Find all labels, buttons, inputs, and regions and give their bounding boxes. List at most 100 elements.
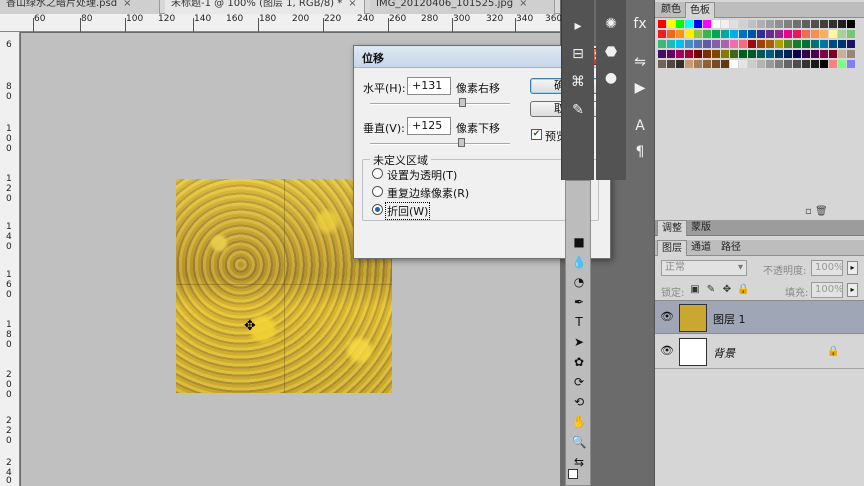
- 3d-rotate-tool-icon[interactable]: ⟳: [568, 373, 590, 391]
- color-swatch[interactable]: [775, 50, 783, 58]
- color-swatch[interactable]: [712, 60, 720, 68]
- doc-tab-1[interactable]: 香山绿水之暗片处理.psd ×: [0, 0, 160, 14]
- color-swatch[interactable]: [820, 30, 828, 38]
- color-swatch[interactable]: [838, 50, 846, 58]
- color-swatch[interactable]: [757, 20, 765, 28]
- radio-transparent-label[interactable]: 设置为透明(T): [387, 167, 457, 183]
- color-swatch[interactable]: [811, 30, 819, 38]
- color-swatch[interactable]: [847, 50, 855, 58]
- close-icon[interactable]: ×: [123, 0, 131, 9]
- clone-source-icon[interactable]: ⇋: [629, 52, 651, 72]
- new-swatch-icon[interactable]: ▫: [805, 206, 812, 217]
- color-swatch[interactable]: [694, 40, 702, 48]
- color-swatch[interactable]: [685, 60, 693, 68]
- color-swatch[interactable]: [811, 20, 819, 28]
- color-swatch[interactable]: [829, 60, 837, 68]
- color-swatch[interactable]: [730, 50, 738, 58]
- tab-layers[interactable]: 图层: [657, 240, 687, 256]
- color-swatch[interactable]: [847, 30, 855, 38]
- color-swatch[interactable]: [721, 20, 729, 28]
- color-swatch[interactable]: [739, 50, 747, 58]
- horizontal-slider-track[interactable]: [370, 103, 510, 105]
- color-swatch[interactable]: [784, 20, 792, 28]
- color-swatch[interactable]: [685, 40, 693, 48]
- color-swatch[interactable]: [793, 50, 801, 58]
- navigator-icon[interactable]: ✺: [600, 14, 622, 34]
- color-swatch[interactable]: [757, 30, 765, 38]
- actions-icon[interactable]: fx: [629, 14, 651, 34]
- color-swatch[interactable]: [802, 60, 810, 68]
- horizontal-slider-thumb[interactable]: [459, 98, 466, 107]
- color-swatch[interactable]: [721, 40, 729, 48]
- color-swatch[interactable]: [739, 60, 747, 68]
- color-swatch[interactable]: [694, 50, 702, 58]
- radio-wrap-around-label[interactable]: 折回(W): [385, 202, 431, 220]
- color-swatch[interactable]: [784, 30, 792, 38]
- color-swatch[interactable]: [667, 60, 675, 68]
- color-swatch[interactable]: [820, 60, 828, 68]
- color-swatch[interactable]: [811, 40, 819, 48]
- color-swatch[interactable]: [775, 40, 783, 48]
- color-swatch[interactable]: [676, 30, 684, 38]
- color-swatch[interactable]: [694, 30, 702, 38]
- color-swatch[interactable]: [802, 20, 810, 28]
- color-swatch[interactable]: [793, 40, 801, 48]
- eye-icon[interactable]: 👁: [660, 311, 674, 323]
- 3d-orbit-tool-icon[interactable]: ⟲: [568, 393, 590, 411]
- opacity-dropdown-arrow[interactable]: ▸: [847, 261, 858, 275]
- color-swatch[interactable]: [721, 30, 729, 38]
- color-swatch[interactable]: [712, 20, 720, 28]
- color-swatch[interactable]: [766, 20, 774, 28]
- gradient-tool-icon[interactable]: ■: [568, 233, 590, 251]
- color-swatch[interactable]: [685, 30, 693, 38]
- close-icon[interactable]: ×: [519, 0, 527, 9]
- lock-transparent-icon[interactable]: ▣: [689, 284, 701, 296]
- vertical-offset-input[interactable]: +125: [407, 117, 451, 135]
- color-swatch[interactable]: [703, 50, 711, 58]
- tab-adjustments[interactable]: 调整: [657, 220, 687, 236]
- color-swatch[interactable]: [766, 40, 774, 48]
- radio-transparent[interactable]: [372, 168, 383, 179]
- tab-swatches[interactable]: 色板: [685, 2, 715, 18]
- color-swatch[interactable]: [739, 30, 747, 38]
- color-swatch[interactable]: [838, 40, 846, 48]
- radio-repeat-edge[interactable]: [372, 186, 383, 197]
- doc-tab-2[interactable]: 未标题-1 @ 100% (图层 1, RGB/8) * ×: [165, 0, 365, 14]
- color-swatch[interactable]: [775, 20, 783, 28]
- eye-icon[interactable]: 👁: [660, 345, 674, 357]
- color-swatch[interactable]: [712, 30, 720, 38]
- color-swatch[interactable]: [730, 30, 738, 38]
- color-swatch[interactable]: [739, 40, 747, 48]
- paragraph-icon[interactable]: ¶: [629, 142, 651, 162]
- doc-tab-3[interactable]: IMG_20120406_101525.jpg ×: [370, 0, 555, 14]
- custom-shape-tool-icon[interactable]: ✿: [568, 353, 590, 371]
- vertical-slider-track[interactable]: [370, 143, 510, 145]
- color-swatch[interactable]: [658, 40, 666, 48]
- layer-row[interactable]: 👁 背景 🔒: [655, 335, 864, 369]
- color-swatch[interactable]: [757, 60, 765, 68]
- color-swatch[interactable]: [703, 60, 711, 68]
- color-swatch[interactable]: [730, 60, 738, 68]
- color-swatch[interactable]: [820, 20, 828, 28]
- color-swatch[interactable]: [811, 50, 819, 58]
- tab-paths[interactable]: 路径: [717, 240, 745, 256]
- color-swatch[interactable]: [802, 40, 810, 48]
- foreground-color-swatch[interactable]: [568, 469, 578, 479]
- color-swatch[interactable]: [667, 30, 675, 38]
- play-action-icon[interactable]: ▸: [567, 16, 589, 36]
- vertical-slider-thumb[interactable]: [458, 138, 465, 147]
- color-swatch[interactable]: [775, 30, 783, 38]
- color-swatch[interactable]: [748, 40, 756, 48]
- path-selection-tool-icon[interactable]: ➤: [568, 333, 590, 351]
- color-swatch[interactable]: [748, 20, 756, 28]
- color-swatch[interactable]: [838, 60, 846, 68]
- history-icon[interactable]: ⌘: [567, 72, 589, 92]
- color-swatch[interactable]: [847, 40, 855, 48]
- color-swatch[interactable]: [829, 20, 837, 28]
- color-swatch[interactable]: [748, 30, 756, 38]
- color-swatch[interactable]: [730, 20, 738, 28]
- blur-tool-icon[interactable]: 💧: [568, 253, 590, 271]
- color-swatch[interactable]: [793, 60, 801, 68]
- color-swatch[interactable]: [838, 30, 846, 38]
- tab-channels[interactable]: 通道: [687, 240, 715, 256]
